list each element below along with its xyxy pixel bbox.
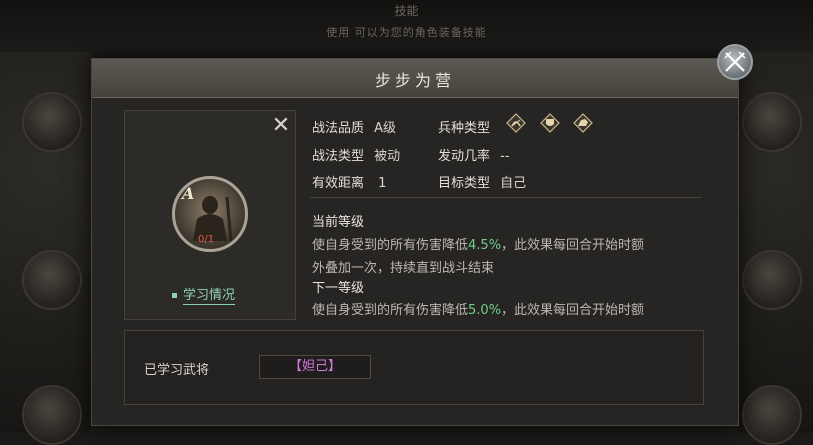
range-row: 有效距离 1: [312, 172, 386, 191]
next-level-line1-suffix: ，此效果每回合开始时额: [501, 303, 645, 318]
target-type-value: 自己: [500, 176, 527, 191]
card-close-icon[interactable]: ✕: [268, 115, 294, 137]
quality-value: A级: [374, 121, 397, 136]
current-level-line1-prefix: 使自身受到的所有伤害降低: [312, 238, 469, 253]
target-type-row: 目标类型 自己: [438, 172, 526, 191]
range-value: 1: [378, 176, 387, 191]
general-tag[interactable]: 【妲己】: [259, 355, 371, 379]
skill-type-row: 战法类型 被动: [312, 145, 400, 164]
background-subtitle: 使用 可以为您的角色装备技能: [326, 26, 487, 39]
background-title: 技能: [394, 4, 419, 18]
dialog-title: 步步为营: [374, 71, 455, 90]
bullet-icon: [172, 293, 177, 298]
background-skill-slot: [22, 385, 82, 445]
learned-generals-label: 已学习武将: [144, 363, 210, 378]
learn-status-link[interactable]: 学习情况: [172, 284, 236, 305]
archer-icon: [506, 113, 526, 133]
background-skill-slot: [742, 92, 802, 152]
trigger-chance-label: 发动几率: [438, 149, 491, 164]
dialog-close-button[interactable]: [717, 44, 753, 80]
crossed-swords-icon: [724, 51, 746, 72]
current-level-value: 4.5%: [468, 238, 502, 253]
section-divider: [310, 197, 702, 198]
next-level-line1: 使自身受到的所有伤害降低5.0%，此效果每回合开始时额: [312, 299, 644, 318]
cavalry-icon: [573, 113, 593, 133]
quality-label: 战法品质: [312, 121, 365, 136]
troop-type-row: 兵种类型: [438, 117, 490, 136]
current-level-line1: 使自身受到的所有伤害降低4.5%，此效果每回合开始时额: [312, 234, 644, 253]
learn-status-label: 学习情况: [183, 288, 236, 305]
trigger-chance-value: --: [500, 149, 510, 164]
range-label: 有效距离: [312, 176, 365, 191]
trigger-chance-row: 发动几率 --: [438, 145, 510, 164]
troop-type-label: 兵种类型: [438, 121, 491, 136]
skill-type-label: 战法类型: [312, 149, 365, 164]
background-skill-slot: [22, 250, 82, 310]
learned-generals-panel: [124, 330, 704, 405]
quality-row: 战法品质 A级: [312, 117, 396, 136]
current-level-heading: 当前等级: [312, 215, 365, 230]
skill-progress: 0/1: [198, 234, 215, 245]
background-skill-slot: [742, 385, 802, 445]
next-level-line1-prefix: 使自身受到的所有伤害降低: [312, 303, 469, 318]
target-type-label: 目标类型: [438, 176, 491, 191]
current-level-line2: 外叠加一次，持续直到战斗结束: [312, 261, 495, 276]
background-skill-slot: [22, 92, 82, 152]
next-level-value: 5.0%: [468, 303, 502, 318]
background-skill-slot: [742, 250, 802, 310]
skill-type-value: 被动: [374, 149, 401, 164]
next-level-heading: 下一等级: [312, 281, 365, 296]
skill-grade-badge: A: [182, 184, 195, 203]
current-level-line1-suffix: ，此效果每回合开始时额: [501, 238, 645, 253]
shield-icon: [540, 113, 560, 133]
